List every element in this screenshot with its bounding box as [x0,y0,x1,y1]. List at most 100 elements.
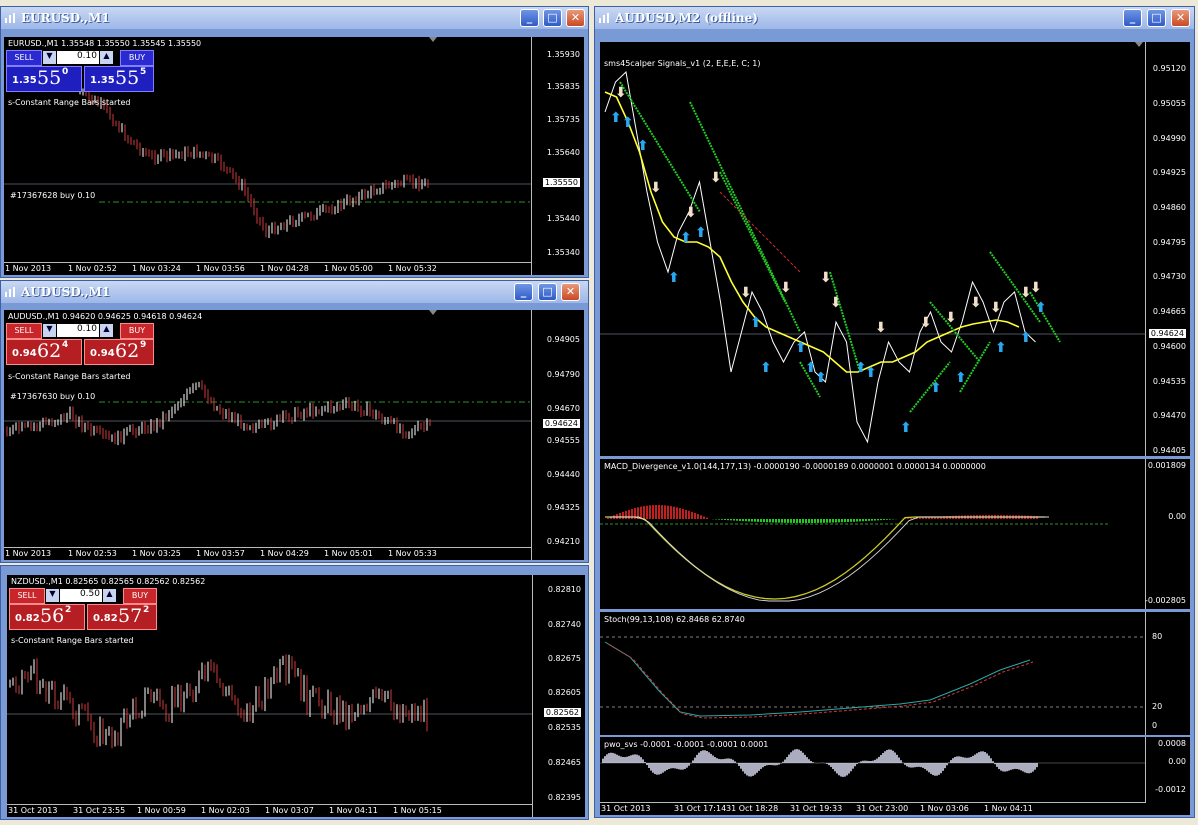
one-click-trade-panel[interactable]: SELL ▼ 0.50 ▲ BUY 0.82 56 2 0.82 57 2 [7,588,192,634]
time-axis[interactable]: 31 Oct 2013 31 Oct 17:14 31 Oct 18:28 31… [600,802,1146,815]
lot-decrease-button[interactable]: ▼ [43,324,56,337]
eurusd-chart[interactable]: EURUSD.,M1 1.35548 1.35550 1.35545 1.355… [4,37,584,275]
one-click-trade-panel[interactable]: SELL ▼ 0.10 ▲ BUY 0.94 62 4 0.94 62 9 [4,323,189,369]
bid-price-box[interactable]: 0.94 62 4 [6,339,82,365]
sell-arrow-icon: ⬇ [650,180,662,196]
buy-arrow-icon: ⬆ [680,230,692,246]
maximize-button[interactable]: □ [543,9,562,27]
lot-size-input[interactable]: 0.10 [57,51,99,64]
minimize-button[interactable]: _ [520,9,539,27]
lot-decrease-button[interactable]: ▼ [46,589,59,602]
audusd-m2-price-plot: ⬆ ⬆⬆⬆⬆ ⬆⬆⬆⬆⬆⬆⬆⬆⬆⬆⬆⬆⬆⬆⬇⬇⬇⬇⬇ ⬇⬇⬇⬇ ⬇ ⬇⬇ ⬇⬇⬇ [600,42,1146,444]
minimize-button[interactable]: _ [514,283,533,301]
buy-arrow-icon: ⬆ [1020,330,1032,346]
sell-arrow-icon: ⬇ [685,205,697,221]
close-button[interactable]: ✕ [561,283,580,301]
eurusd-titlebar[interactable]: EURUSD.,M1 _ □ ✕ [1,7,588,29]
ask-price-box[interactable]: 0.82 57 2 [87,604,157,630]
shift-marker [1135,42,1143,47]
price-axis[interactable]: 1.35930 1.35835 1.35735 1.35640 1.35550 … [531,37,584,275]
macd-label: MACD_Divergence_v1.0(144,177,13) -0.0000… [604,462,986,471]
buy-button[interactable]: BUY [120,323,154,339]
buy-arrow-icon: ⬆ [900,420,912,436]
buy-arrow-icon: ⬆ [930,380,942,396]
pwo-axis[interactable]: 0.0008 0.00 -0.0012 [1145,737,1190,803]
sell-arrow-icon: ⬇ [920,315,932,331]
status-text: s-Constant Range Bars started [11,636,134,645]
maximize-button[interactable]: □ [538,283,557,301]
order-label: #17367630 buy 0.10 [10,392,96,401]
audusd-m1-titlebar[interactable]: AUDUSD.,M1 _ □ ✕ [1,281,588,303]
audusd-m1-chart[interactable]: AUDUSD.,M1 0.94620 0.94625 0.94618 0.946… [4,310,584,560]
sell-arrow-icon: ⬇ [780,280,792,296]
sell-arrow-icon: ⬇ [710,170,722,186]
time-axis[interactable]: 1 Nov 2013 1 Nov 02:53 1 Nov 03:25 1 Nov… [4,547,532,560]
price-axis[interactable]: 0.82810 0.82740 0.82675 0.82605 0.82562 … [532,575,585,817]
pwo-pane[interactable]: pwo_svs -0.0001 -0.0001 -0.0001 0.0001 0… [600,737,1190,815]
lot-size-input[interactable]: 0.10 [57,324,99,337]
buy-arrow-icon: ⬆ [760,360,772,376]
buy-arrow-icon: ⬆ [637,138,649,154]
buy-arrow-icon: ⬆ [750,315,762,331]
nzdusd-window[interactable]: NZDUSD.,M1 0.82565 0.82565 0.82562 0.825… [0,565,589,820]
sell-button[interactable]: SELL [9,588,45,604]
shift-marker [429,310,437,315]
indicator-label: sms45calper Signals_v1 (2, E,E,E, C; 1) [604,59,761,68]
sell-button[interactable]: SELL [6,50,42,66]
stochastic-pane[interactable]: Stoch(99,13,108) 62.8468 62.8740 80 20 0 [600,612,1190,735]
stochastic-label: Stoch(99,13,108) 62.8468 62.8740 [604,615,745,624]
sell-arrow-icon: ⬇ [615,85,627,101]
lot-increase-button[interactable]: ▲ [100,324,113,337]
close-button[interactable]: ✕ [1171,9,1190,27]
one-click-trade-panel[interactable]: SELL ▼ 0.10 ▲ BUY 1.35 55 0 1.35 55 5 [4,50,189,96]
buy-arrow-icon: ⬆ [610,110,622,126]
nzdusd-chart[interactable]: NZDUSD.,M1 0.82565 0.82565 0.82562 0.825… [7,575,585,817]
bid-price-box[interactable]: 1.35 55 0 [6,66,82,92]
pwo-label: pwo_svs -0.0001 -0.0001 -0.0001 0.0001 [604,740,769,749]
stochastic-axis[interactable]: 80 20 0 [1145,612,1190,735]
status-text: s-Constant Range Bars started [8,372,131,381]
chart-info: NZDUSD.,M1 0.82565 0.82565 0.82562 0.825… [11,577,206,586]
window-title: AUDUSD,M2 (offline) [615,11,758,25]
stoch-main-line [604,641,1031,717]
time-axis[interactable]: 1 Nov 2013 1 Nov 02:52 1 Nov 03:24 1 Nov… [4,262,532,275]
audusd-m2-window[interactable]: AUDUSD,M2 (offline) _ □ ✕ ⬆ ⬆ ⬆ ⬆ ⬆ ⬆ ⬆ ⬆ ⬆ ⬆ ⬆ ⬆ ⬆ ⬆… [594,6,1195,818]
sell-arrow-icon: ⬇ [990,300,1002,316]
close-button[interactable]: ✕ [566,9,585,27]
sell-arrow-icon: ⬇ [875,320,887,336]
minimize-button[interactable]: _ [1123,9,1142,27]
lot-increase-button[interactable]: ▲ [100,51,113,64]
buy-button[interactable]: BUY [123,588,157,604]
audusd-m1-window[interactable]: AUDUSD.,M1 _ □ ✕ AUDUSD.,M1 0.94620 0.94… [0,280,589,563]
window-title: EURUSD.,M1 [21,11,110,25]
maximize-button[interactable]: □ [1147,9,1166,27]
lot-increase-button[interactable]: ▲ [103,589,116,602]
audusd-m2-main-chart[interactable]: ⬆ ⬆ ⬆ ⬆ ⬆ ⬆ ⬆ ⬆ ⬆ ⬆ ⬆ ⬆ ⬆ ⬆ ⬆ ⬆ ⬆ ⬆ ⬆ ⬇ ⬇ ⬇ ⬇ ⬇ ⬇ ⬇ ⬇ ⬇ ⬇ ⬇ ⬇ ⬇ ⬇ ⬇ sms45… [600,42,1190,456]
lot-size-input[interactable]: 0.50 [60,589,102,602]
buy-arrow-icon: ⬆ [622,115,634,131]
macd-pane[interactable]: MACD_Divergence_v1.0(144,177,13) -0.0000… [600,459,1190,609]
chart-info: AUDUSD.,M1 0.94620 0.94625 0.94618 0.946… [8,312,203,321]
time-axis[interactable]: 31 Oct 2013 31 Oct 23:55 1 Nov 00:59 1 N… [7,804,533,817]
eurusd-window[interactable]: EURUSD.,M1 _ □ ✕ EURUSD.,M1 1.35548 1.35… [0,6,589,278]
sell-button[interactable]: SELL [6,323,42,339]
price-axis[interactable]: 0.94905 0.94790 0.94670 0.94624 0.94555 … [531,310,584,560]
buy-arrow-icon: ⬆ [668,270,680,286]
buy-arrow-icon: ⬆ [1035,300,1047,316]
chart-icon [599,13,609,23]
current-price-tag: 0.94624 [542,419,580,428]
trend-line [719,191,801,273]
macd-axis[interactable]: 0.001809 0.00 -0.002805 [1145,459,1190,609]
bid-price-box[interactable]: 0.82 56 2 [9,604,85,630]
ask-price-box[interactable]: 1.35 55 5 [84,66,154,92]
buy-arrow-icon: ⬆ [865,365,877,381]
macd-line [605,516,1045,600]
stochastic-plot [600,636,1146,719]
buy-button[interactable]: BUY [120,50,154,66]
signal-line [609,516,1049,602]
ask-price-box[interactable]: 0.94 62 9 [84,339,154,365]
lot-decrease-button[interactable]: ▼ [43,51,56,64]
signal-band [719,171,786,303]
price-axis[interactable]: 0.95120 0.95055 0.94990 0.94925 0.94860 … [1145,42,1190,456]
audusd-m2-titlebar[interactable]: AUDUSD,M2 (offline) _ □ ✕ [595,7,1194,29]
